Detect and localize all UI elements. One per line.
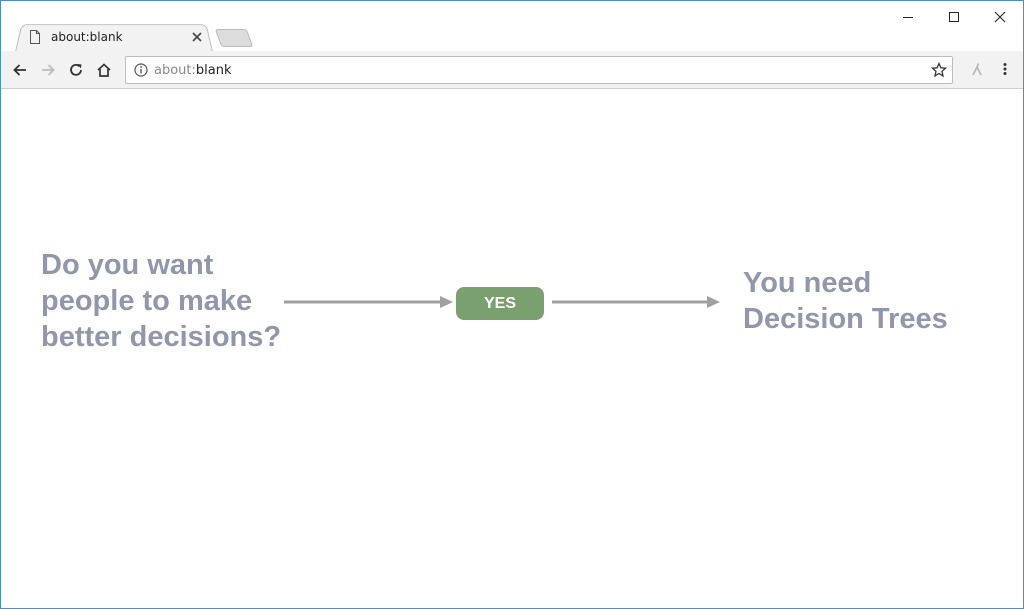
menu-button[interactable] xyxy=(991,55,1019,83)
extension-icon xyxy=(972,63,982,76)
info-icon[interactable] xyxy=(128,57,154,83)
star-icon xyxy=(931,62,947,78)
close-icon xyxy=(994,11,1006,23)
address-bar[interactable]: about:blank xyxy=(125,56,953,84)
reload-button[interactable] xyxy=(62,56,90,84)
kebab-menu-icon xyxy=(1003,63,1007,75)
arrow-yes-to-answer xyxy=(552,296,720,308)
tab-title: about:blank xyxy=(51,30,123,44)
page-content: Do you want people to make better decisi… xyxy=(1,89,1023,608)
address-text[interactable]: about:blank xyxy=(154,63,926,78)
url-path: blank xyxy=(195,62,232,78)
arrow-right-icon xyxy=(42,63,55,76)
page-icon xyxy=(27,29,43,45)
toolbar-right xyxy=(963,55,1019,83)
toolbar: about:blank xyxy=(1,51,1023,89)
answer-text: You need Decision Trees xyxy=(743,267,948,335)
home-button[interactable] xyxy=(90,56,118,84)
back-button[interactable] xyxy=(6,56,34,84)
tab-strip: about:blank xyxy=(1,1,1023,52)
url-scheme: about: xyxy=(154,62,196,78)
minimize-button[interactable] xyxy=(885,1,931,33)
extension-button[interactable] xyxy=(963,55,991,83)
new-tab-button[interactable] xyxy=(214,29,254,47)
maximize-icon xyxy=(949,12,959,22)
minimize-icon xyxy=(903,17,913,18)
home-icon xyxy=(97,62,111,77)
forward-button[interactable] xyxy=(34,56,62,84)
arrows xyxy=(284,296,720,308)
yes-badge: YES xyxy=(456,287,544,320)
arrow-left-icon xyxy=(13,63,26,76)
bookmark-star-button[interactable] xyxy=(926,57,952,83)
browser-window: about:blank about:blank Do you want peop… xyxy=(0,0,1024,609)
tab-content[interactable]: about:blank xyxy=(25,25,209,49)
window-close-button[interactable] xyxy=(977,1,1023,33)
maximize-button[interactable] xyxy=(931,1,977,33)
window-controls xyxy=(885,1,1023,33)
arrow-question-to-yes xyxy=(284,296,453,308)
reload-icon xyxy=(70,63,82,76)
tab-close-icon[interactable] xyxy=(189,29,205,45)
